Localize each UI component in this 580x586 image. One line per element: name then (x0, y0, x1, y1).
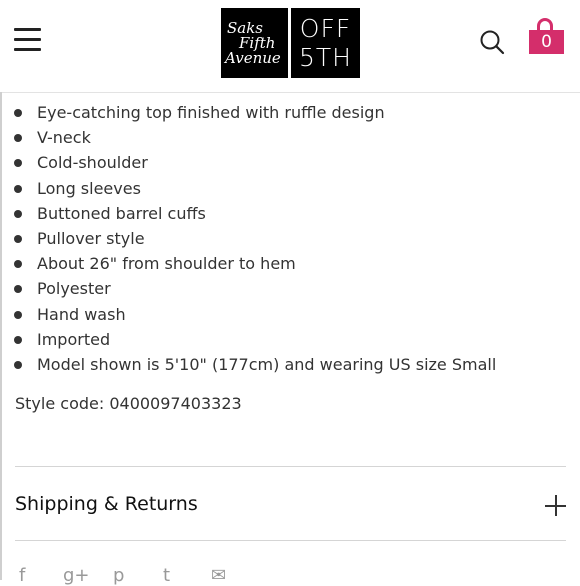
divider (15, 466, 566, 467)
style-code: Style code: 0400097403323 (15, 394, 242, 413)
social-share-bar: f g+ p t ✉ (15, 566, 275, 586)
list-item: Imported (0, 327, 496, 352)
saks-logo-block: Saks Fifth Avenue (221, 8, 288, 78)
site-header: Saks Fifth Avenue OFF 5TH 0 (0, 0, 580, 93)
list-item: Model shown is 5'10" (177cm) and wearing… (0, 352, 496, 377)
bag-count-badge: 0 (529, 30, 564, 54)
search-icon[interactable] (479, 29, 505, 55)
shopping-bag-button[interactable]: 0 (529, 18, 564, 54)
saks-off-5th-logo[interactable]: Saks Fifth Avenue OFF 5TH (221, 8, 360, 78)
list-item: Hand wash (0, 302, 496, 327)
list-item: Eye-catching top finished with ruffle de… (0, 100, 496, 125)
list-item: Pullover style (0, 226, 496, 251)
list-item: Long sleeves (0, 176, 496, 201)
logo-5th-text: 5TH (299, 43, 352, 72)
google-plus-icon[interactable]: g+ (63, 566, 90, 586)
facebook-icon[interactable]: f (19, 566, 25, 586)
list-item: Cold-shoulder (0, 150, 496, 175)
product-features-list: Eye-catching top finished with ruffle de… (0, 100, 496, 377)
twitter-icon[interactable]: t (163, 566, 170, 586)
logo-off-text: OFF (299, 14, 352, 43)
pinterest-icon[interactable]: p (113, 566, 124, 586)
list-item: Polyester (0, 276, 496, 301)
shipping-returns-accordion[interactable]: Shipping & Returns (15, 468, 566, 540)
menu-icon[interactable] (14, 28, 41, 52)
logo-avenue-line: Avenue (225, 48, 281, 67)
divider (15, 540, 566, 541)
list-item: About 26" from shoulder to hem (0, 251, 496, 276)
email-icon[interactable]: ✉ (211, 566, 226, 586)
plus-icon[interactable] (545, 495, 566, 516)
off-5th-logo-block: OFF 5TH (291, 8, 360, 78)
list-item: V-neck (0, 125, 496, 150)
shipping-returns-title: Shipping & Returns (15, 493, 198, 515)
list-item: Buttoned barrel cuffs (0, 201, 496, 226)
